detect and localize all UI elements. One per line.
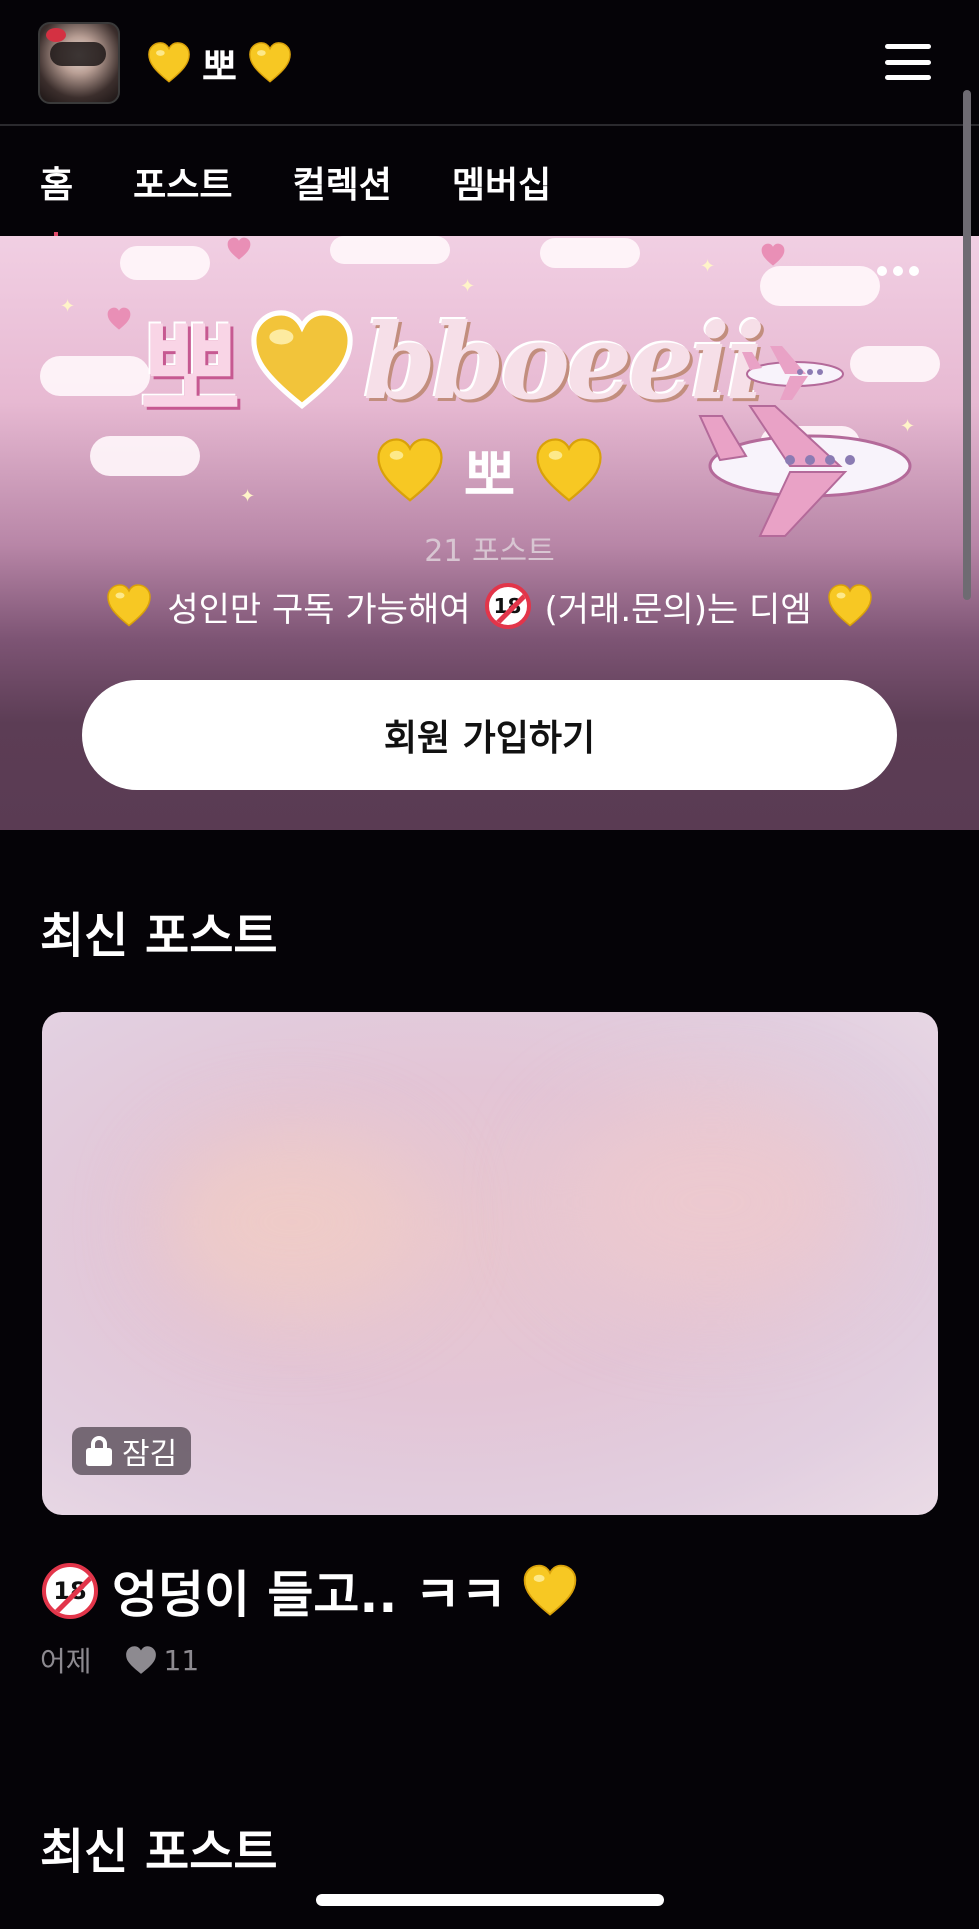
post-date: 어제 xyxy=(40,1645,92,1678)
avatar-bow xyxy=(46,28,66,42)
creator-page: 뽀 홈 포스트 컬렉션 멤버십 ✦ ✦ ✦ ✦ ✦ 뽀 bboeeii 뽀 21… xyxy=(0,0,979,1929)
home-indicator[interactable] xyxy=(316,1894,664,1906)
no-under-18-icon: 18 xyxy=(484,583,531,629)
lock-icon xyxy=(86,1436,112,1466)
no-under-18-icon: 18 xyxy=(42,1563,98,1619)
banner-logo: 뽀 bboeeii xyxy=(140,296,765,436)
bio-text-2: (거래.문의)는 디엠 xyxy=(544,589,812,630)
heart-like-icon xyxy=(125,1646,156,1674)
hamburger-menu-icon[interactable] xyxy=(885,44,931,80)
banner-yellow-heart-icon xyxy=(251,310,353,409)
post-count: 21 포스트 xyxy=(424,534,555,569)
yellow-heart-icon xyxy=(247,40,293,86)
yellow-heart-icon xyxy=(826,582,874,630)
yellow-heart-icon xyxy=(374,435,446,507)
latest-posts-heading: 최신 포스트 xyxy=(40,908,278,964)
tab-bar: 홈 포스트 컬렉션 멤버십 xyxy=(0,128,979,242)
creator-name-text: 뽀 xyxy=(463,443,516,509)
avatar-mask xyxy=(50,42,106,66)
post-meta: 어제 11 xyxy=(40,1640,199,1680)
locked-post-thumbnail[interactable]: 잠김 xyxy=(42,1012,938,1515)
yellow-heart-icon xyxy=(521,1562,579,1620)
post-title-text: 엉덩이 들고.. ㅋㅋ xyxy=(112,1566,507,1624)
tab-home[interactable]: 홈 xyxy=(40,156,73,242)
join-membership-button[interactable]: 회원 가입하기 xyxy=(82,680,897,790)
banner-korean-text: 뽀 xyxy=(140,307,242,435)
locked-badge: 잠김 xyxy=(72,1427,192,1475)
creator-bio: 성인만 구독 가능해여 18 (거래.문의)는 디엠 xyxy=(0,576,979,636)
latest-posts-heading-2: 최신 포스트 xyxy=(40,1824,278,1880)
yellow-heart-icon xyxy=(533,435,605,507)
top-header: 뽀 xyxy=(0,0,979,126)
creator-avatar[interactable] xyxy=(38,22,120,104)
tab-membership[interactable]: 멤버십 xyxy=(452,156,551,208)
post-title[interactable]: 18 엉덩이 들고.. ㅋㅋ xyxy=(42,1560,579,1624)
tab-collections[interactable]: 컬렉션 xyxy=(293,156,392,208)
header-creator-name: 뽀 xyxy=(202,44,237,89)
more-options-icon[interactable] xyxy=(877,266,919,276)
tab-posts[interactable]: 포스트 xyxy=(133,156,232,208)
header-title[interactable]: 뽀 xyxy=(146,28,293,98)
creator-name: 뽀 xyxy=(0,426,979,516)
post-likes[interactable]: 11 xyxy=(124,1643,200,1677)
yellow-heart-icon xyxy=(146,40,192,86)
yellow-heart-icon xyxy=(105,582,153,630)
locked-label: 잠김 xyxy=(122,1437,178,1472)
scrollbar[interactable] xyxy=(963,90,971,600)
profile-hero-banner: ✦ ✦ ✦ ✦ ✦ 뽀 bboeeii 뽀 21 포스트 성인만 구독 가능해여… xyxy=(0,236,979,830)
bio-text: 성인만 구독 가능해여 xyxy=(167,589,471,630)
like-count: 11 xyxy=(163,1643,200,1677)
